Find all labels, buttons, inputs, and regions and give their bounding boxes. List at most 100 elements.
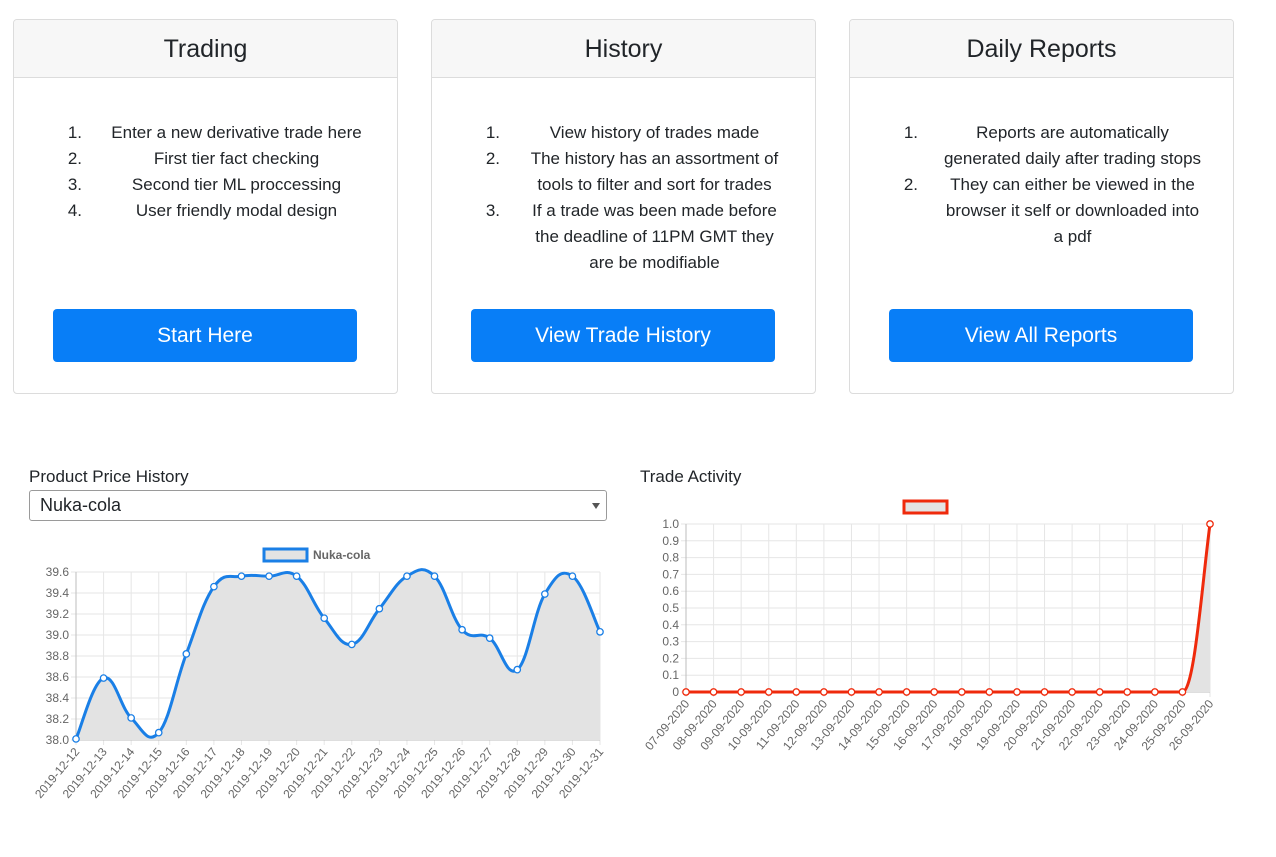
history-card: History 1. View history of trades made 2.… [431, 19, 816, 394]
card-feature-list: 1. Reports are automatically generated da… [850, 120, 1233, 250]
list-number: 2. [485, 149, 500, 168]
data-point [485, 634, 494, 643]
legend-label: Nuka-cola [313, 548, 371, 562]
series-area [76, 569, 600, 740]
data-point [210, 582, 218, 591]
y-tick-label: 39.4 [46, 586, 70, 600]
data-point [792, 688, 801, 696]
data-point [709, 688, 718, 696]
list-item: 2. First tier fact checking [14, 146, 397, 172]
data-point [847, 688, 856, 696]
list-item: 1. Reports are automatically generated da… [850, 120, 1233, 172]
y-tick-label: 0.7 [662, 567, 679, 581]
list-item: 3. Second tier ML proccessing [14, 172, 397, 198]
data-point [1068, 688, 1076, 696]
card-feature-list: 1. Enter a new derivative trade here 2. Fi… [14, 120, 397, 224]
list-text: View history of trades made [549, 123, 760, 142]
data-point [292, 572, 301, 581]
data-point [154, 728, 163, 737]
data-point [820, 688, 828, 696]
list-number: 3. [67, 175, 82, 194]
data-point [347, 640, 356, 649]
data-point [1095, 688, 1104, 696]
y-tick-label: 0.1 [662, 668, 679, 682]
product-select[interactable]: Nuka-cola [29, 490, 607, 521]
y-tick-label: 39.2 [46, 607, 70, 621]
y-tick-label: 38.2 [46, 712, 70, 726]
list-item: 2. They can either be viewed in the brows… [850, 172, 1233, 250]
data-point [1123, 688, 1132, 696]
list-text: If a trade was been made before the dead… [532, 201, 777, 272]
data-point [737, 688, 746, 696]
list-number: 1. [903, 123, 918, 142]
data-point [237, 572, 246, 581]
data-point [568, 572, 577, 581]
data-point [1178, 688, 1187, 696]
y-tick-label: 0.3 [662, 635, 679, 649]
data-point [596, 628, 604, 636]
list-number: 4. [67, 201, 82, 220]
list-item: 1. Enter a new derivative trade here [14, 120, 397, 146]
card-title: History [432, 20, 815, 78]
list-item: 2. The history has an assortment of tools… [432, 146, 815, 198]
list-number: 2. [903, 175, 918, 194]
y-tick-label: 38.8 [46, 649, 70, 663]
data-point [458, 625, 466, 634]
list-number: 3. [485, 201, 500, 220]
data-point [764, 688, 773, 696]
data-point [375, 604, 384, 613]
data-point [985, 688, 994, 696]
view-trade-history-button[interactable]: View Trade History [471, 309, 775, 362]
legend-swatch [262, 547, 309, 563]
data-point [182, 650, 191, 658]
list-number: 1. [485, 123, 500, 142]
y-tick-label: 39.0 [46, 628, 70, 642]
card-title: Trading [14, 20, 397, 78]
view-all-reports-button[interactable]: View All Reports [889, 309, 1193, 362]
data-point [72, 735, 80, 743]
y-tick-label: 38.6 [46, 670, 70, 684]
y-tick-label: 39.6 [46, 565, 70, 579]
list-number: 1. [67, 123, 82, 142]
y-tick-label: 0.8 [662, 551, 679, 565]
legend-swatch [902, 499, 949, 515]
y-tick-label: 0.2 [662, 651, 679, 665]
data-point [513, 665, 522, 674]
y-tick-label: 0.9 [662, 534, 679, 548]
data-point [320, 614, 329, 623]
start-here-button[interactable]: Start Here [53, 309, 357, 362]
product-select-value: Nuka-cola [40, 495, 122, 515]
list-number: 2. [67, 149, 82, 168]
data-point [902, 688, 911, 696]
list-item: 1. View history of trades made [432, 120, 815, 146]
data-point [1150, 688, 1159, 696]
price-history-chart: 39.639.439.239.038.838.638.438.238.02019… [32, 547, 607, 801]
data-point [430, 572, 439, 581]
data-point [127, 714, 136, 722]
list-text: Second tier ML proccessing [131, 175, 342, 194]
card-feature-list: 1. View history of trades made 2. The hist… [432, 120, 815, 276]
data-point [540, 590, 549, 598]
chevron-down-icon [592, 503, 600, 509]
data-point [1040, 688, 1049, 696]
list-text: Reports are automatically generated dail… [943, 123, 1202, 168]
y-tick-label: 0.5 [662, 601, 679, 615]
data-point [403, 572, 411, 581]
list-text: They can either be viewed in the browser… [945, 175, 1200, 246]
y-tick-label: 38.4 [46, 691, 70, 705]
data-point [930, 688, 939, 696]
data-point [957, 688, 966, 696]
card-title: Daily Reports [850, 20, 1233, 78]
trade-activity-label: Trade Activity [640, 467, 742, 486]
list-text: First tier fact checking [153, 149, 320, 168]
list-text: User friendly modal design [135, 201, 338, 220]
y-tick-label: 0 [672, 685, 679, 699]
data-point [1206, 520, 1214, 528]
y-tick-label: 0.4 [662, 618, 679, 632]
y-tick-label: 0.6 [662, 584, 679, 598]
data-point [265, 572, 273, 581]
list-item: 3. If a trade was been made before the de… [432, 198, 815, 276]
list-item: 4. User friendly modal design [14, 198, 397, 224]
price-history-label: Product Price History [29, 467, 189, 486]
data-point [875, 688, 883, 696]
